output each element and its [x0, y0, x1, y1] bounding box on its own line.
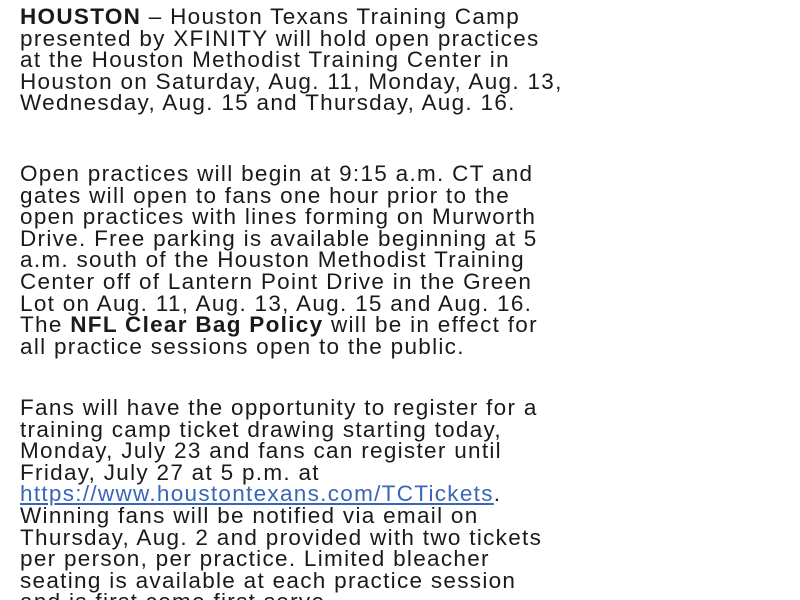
text-line: Drive. Free parking is available beginni…	[20, 225, 538, 251]
text-line: HOUSTON – Houston Texans Training Camp	[20, 5, 563, 28]
text-line: all practice sessions open to the public…	[20, 333, 465, 359]
text-line: per person, per practice. Limited bleach…	[20, 546, 490, 572]
text-line: open practices with lines forming on Mur…	[20, 204, 537, 230]
text-line: a.m. south of the Houston Methodist Trai…	[20, 247, 525, 273]
text-line: Monday, July 23 and fans can register un…	[20, 438, 502, 464]
text-line: The NFL Clear Bag Policy will be in effe…	[20, 313, 538, 336]
text-line: gates will open to fans one hour prior t…	[20, 182, 511, 208]
paragraph-ticket-drawing: Fans will have the opportunity to regist…	[20, 395, 543, 600]
paragraph-schedule: HOUSTON – Houston Texans Training Camp p…	[20, 5, 563, 116]
text-line: Houston on Saturday, Aug. 11, Monday, Au…	[20, 68, 563, 94]
text-line: presented by XFINITY will hold open prac…	[20, 25, 540, 51]
text-line: Center off of Lantern Point Drive in the…	[20, 268, 533, 294]
text-line: Lot on Aug. 11, Aug. 13, Aug. 15 and Aug…	[20, 290, 533, 316]
text-fragment: .	[493, 481, 502, 507]
text-line: Winning fans will be notified via email …	[20, 502, 479, 528]
text-line: Wednesday, Aug. 15 and Thursday, Aug. 16…	[20, 90, 516, 116]
text-line: Friday, July 27 at 5 p.m. at	[20, 459, 320, 485]
text-line: Thursday, Aug. 2 and provided with two t…	[20, 524, 543, 550]
text-line: at the Houston Methodist Training Center…	[20, 47, 510, 73]
text-line: seating is available at each practice se…	[20, 567, 517, 593]
text-line: training camp ticket drawing starting to…	[20, 416, 502, 442]
text-line: https://www.houstontexans.com/TCTickets.	[20, 481, 542, 507]
text-line: Open practices will begin at 9:15 a.m. C…	[20, 161, 534, 186]
paragraph-practice-details: Open practices will begin at 9:15 a.m. C…	[20, 161, 538, 359]
text-line: Fans will have the opportunity to regist…	[20, 395, 538, 420]
